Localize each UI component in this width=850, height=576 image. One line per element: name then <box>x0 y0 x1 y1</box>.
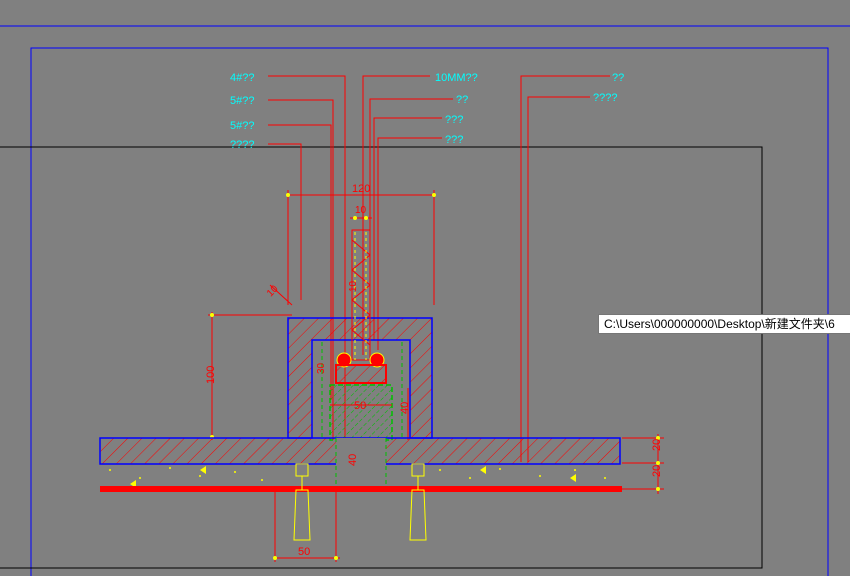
callout-5a: 5#?? <box>230 95 254 107</box>
callout-5b: 5#?? <box>230 120 254 132</box>
leader-r3 <box>373 117 442 340</box>
dim-10-slope: 10 <box>265 283 281 299</box>
leader-far2 <box>527 96 590 462</box>
cad-drawing-canvas[interactable]: 4#?? 5#?? 5#?? ???? 10MM?? ?? ??? ??? ??… <box>0 0 850 576</box>
file-path-tooltip: C:\Users\000000000\Desktop\新建文件夹\6 <box>598 314 850 334</box>
dim-120: 120 <box>352 183 370 195</box>
dim-40-inner: 40 <box>399 402 411 414</box>
inner-frame <box>30 47 829 576</box>
inner-channel: 50 30 40 <box>316 342 411 441</box>
callout-far2: ???? <box>593 92 617 104</box>
dim-10-mid: 10 <box>348 280 359 292</box>
leader-q <box>268 143 302 300</box>
callout-r4: ??? <box>445 134 463 146</box>
gaskets <box>335 352 387 384</box>
dim-10-top: 10 <box>355 205 367 216</box>
dim-30: 30 <box>316 362 327 374</box>
red-base-plate <box>100 486 622 492</box>
callout-texts: 4#?? 5#?? 5#?? ???? 10MM?? ?? ??? ??? ??… <box>230 72 624 151</box>
leader-far1 <box>520 75 610 462</box>
leader-r2 <box>369 98 453 352</box>
height-dimension: 100 <box>205 312 292 440</box>
drawing-frames <box>0 25 850 576</box>
callout-4: 4#?? <box>230 72 254 84</box>
base-slab: 40 <box>99 437 621 490</box>
right-dimensions: 20 20 <box>622 434 664 494</box>
callout-far1: ?? <box>612 72 624 84</box>
leader-lines <box>268 75 610 462</box>
callout-r2: ?? <box>456 94 468 106</box>
bottom-dimension: 50 <box>273 490 340 562</box>
dim-40-lower: 40 <box>347 454 359 466</box>
dim-50-inner: 50 <box>354 400 366 412</box>
dim-20-bottom: 20 <box>651 465 663 477</box>
callout-r3: ??? <box>445 114 463 126</box>
dim-100: 100 <box>205 366 217 384</box>
callout-q: ???? <box>230 139 254 151</box>
callout-10mm: 10MM?? <box>435 72 478 84</box>
dim-50-bottom: 50 <box>298 546 310 558</box>
dim-20-top: 20 <box>651 439 663 451</box>
